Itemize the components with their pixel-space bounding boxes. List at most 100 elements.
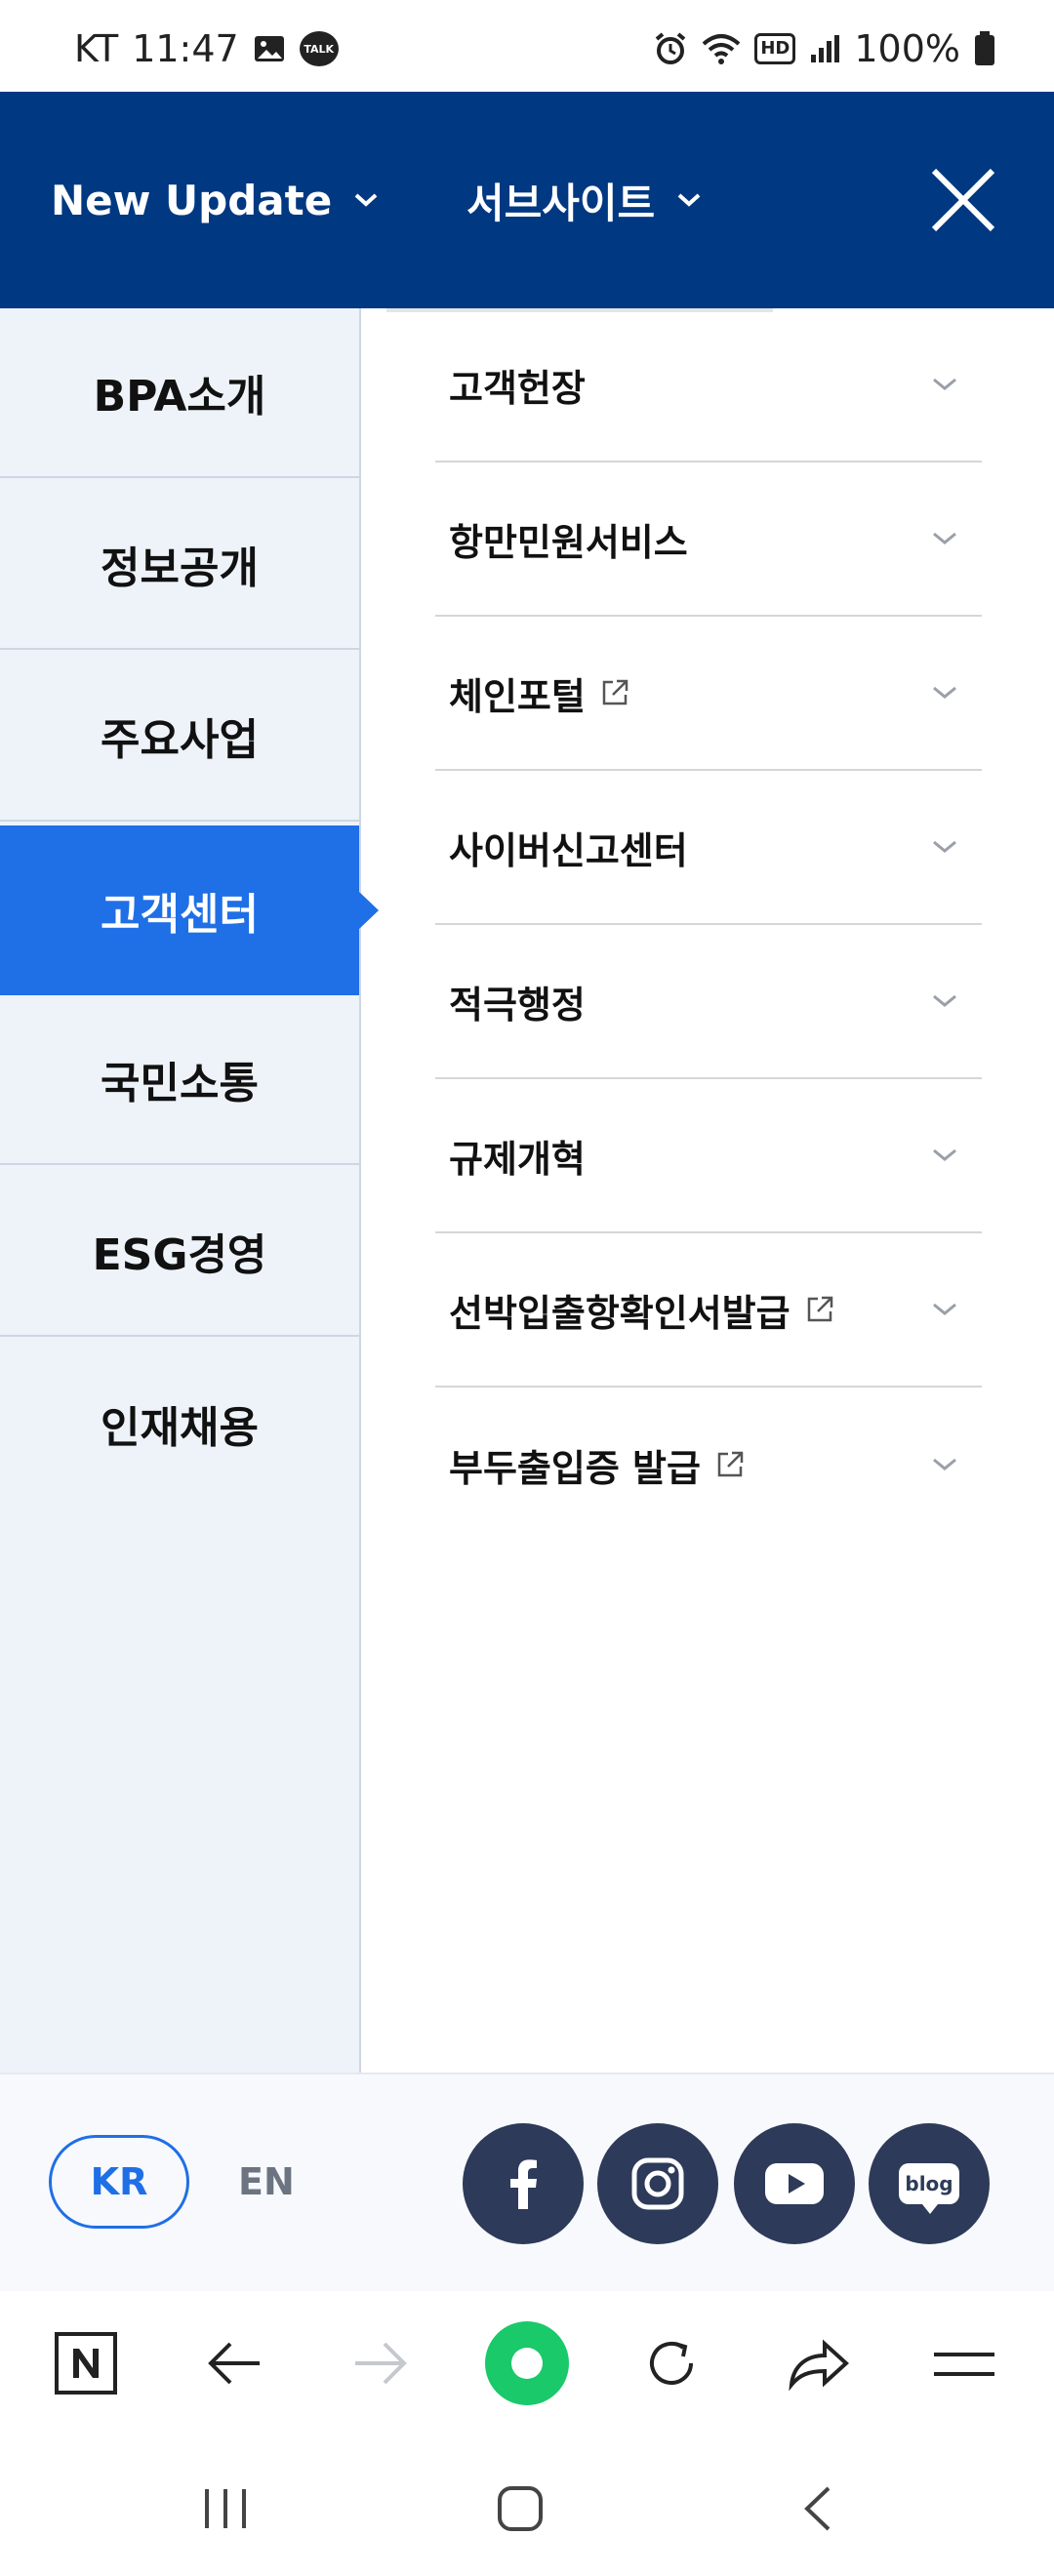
refresh-icon <box>650 2342 693 2385</box>
external-link-icon <box>807 1296 832 1322</box>
chevron-down-icon <box>933 1458 956 1470</box>
footer-bar: KR EN blog <box>0 2073 1054 2293</box>
share-icon <box>789 2339 849 2391</box>
new-update-button[interactable]: New Update <box>51 92 379 308</box>
refresh-button[interactable] <box>623 2291 720 2435</box>
sidebar-item-label: 고객센터 <box>101 890 259 940</box>
system-back-button[interactable] <box>773 2475 861 2543</box>
chevron-down-icon <box>933 378 956 390</box>
instagram-icon <box>631 2157 684 2210</box>
menu-icon <box>934 2353 994 2376</box>
naver-home-icon <box>55 2332 117 2395</box>
talk-badge-label: TALK <box>304 42 335 56</box>
gallery-icon <box>254 36 284 61</box>
alarm-icon <box>656 32 686 64</box>
forward-arrow-icon <box>355 2342 407 2385</box>
status-right: HD 100% <box>653 27 995 70</box>
menu-item-label: 항만민원서비스 <box>449 520 688 564</box>
chevron-down-icon <box>933 840 956 853</box>
hd-icon: HD <box>754 33 796 64</box>
instagram-button[interactable] <box>597 2123 718 2244</box>
share-button[interactable] <box>769 2291 867 2435</box>
menu-button[interactable] <box>915 2291 1013 2435</box>
naver-home-button[interactable] <box>37 2291 135 2435</box>
chevron-down-icon <box>677 193 701 207</box>
blog-icon: blog <box>899 2163 959 2214</box>
menu-item-label: 부두출입증 발급 <box>449 1446 701 1490</box>
menu-item-cyber-report-center[interactable]: 사이버신고센터 <box>435 771 982 925</box>
lang-en-button[interactable]: EN <box>238 2135 295 2229</box>
menu-item-label: 사이버신고센터 <box>449 828 688 872</box>
menu-item-label: 고객헌장 <box>449 366 586 410</box>
menu-item-customer-charter[interactable]: 고객헌장 <box>435 308 982 463</box>
lang-en-label: EN <box>238 2160 295 2203</box>
new-update-label: New Update <box>51 176 333 224</box>
battery-label: 100% <box>854 27 960 70</box>
facebook-button[interactable] <box>463 2123 584 2244</box>
menu-item-vessel-certificate[interactable]: 선박입출항확인서발급 <box>435 1233 982 1388</box>
status-left: KT 11:47 TALK <box>74 27 339 70</box>
menu-item-label: 규제개혁 <box>449 1137 586 1181</box>
sidebar-item-recruitment[interactable]: 인재채용 <box>0 1339 359 1509</box>
sidebar-item-label: 정보공개 <box>101 543 259 593</box>
hd-label: HD <box>760 38 790 59</box>
carrier-label: KT <box>74 27 119 70</box>
facebook-icon <box>510 2159 537 2209</box>
sidebar-item-info-disclosure[interactable]: 정보공개 <box>0 480 359 650</box>
battery-icon <box>975 31 994 65</box>
sub-sites-label: 서브사이트 <box>466 179 656 227</box>
chevron-down-icon <box>933 532 956 544</box>
system-back-icon <box>804 2486 831 2531</box>
green-dot-icon <box>485 2321 569 2405</box>
recent-apps-button[interactable] <box>182 2475 269 2543</box>
menu-item-pier-pass[interactable]: 부두출입증 발급 <box>435 1388 982 1542</box>
blog-label: blog <box>905 2172 953 2195</box>
lang-kr-label: KR <box>90 2160 148 2203</box>
youtube-button[interactable] <box>734 2123 855 2244</box>
sidebar-item-bpa-intro[interactable]: BPA소개 <box>0 308 359 478</box>
system-navigation-bar <box>0 2435 1054 2576</box>
menu-item-label: 적극행정 <box>449 983 586 1026</box>
menu-item-port-civil-service[interactable]: 항만민원서비스 <box>435 463 982 617</box>
sub-sites-button[interactable]: 서브사이트 <box>466 92 702 308</box>
menu-item-chain-portal[interactable]: 체인포털 <box>435 617 982 771</box>
menu-item-proactive-administration[interactable]: 적극행정 <box>435 925 982 1079</box>
top-navigation: New Update 서브사이트 <box>0 92 1054 308</box>
forward-button[interactable] <box>332 2291 429 2435</box>
sidebar-item-esg[interactable]: ESG경영 <box>0 1167 359 1337</box>
chevron-down-icon <box>933 1148 956 1161</box>
sidebar-item-customer-center[interactable]: 고객센터 <box>0 825 379 995</box>
menu-item-regulatory-reform[interactable]: 규제개혁 <box>435 1079 982 1233</box>
back-arrow-icon <box>208 2342 260 2385</box>
recent-apps-icon <box>205 2489 246 2528</box>
chevron-down-icon <box>933 1303 956 1315</box>
home-button[interactable] <box>476 2475 564 2543</box>
sidebar-item-label: BPA소개 <box>93 372 266 422</box>
green-dot-button[interactable] <box>478 2291 576 2435</box>
talk-icon: TALK <box>299 31 339 66</box>
sidebar-item-public-communication[interactable]: 국민소통 <box>0 995 359 1165</box>
sidebar-item-label: 주요사업 <box>101 715 259 765</box>
lang-kr-button[interactable]: KR <box>49 2135 189 2229</box>
external-link-icon <box>602 679 628 705</box>
sidebar: BPA소개 정보공개 주요사업 고객센터 국민소통 ESG경영 인재채용 <box>0 308 379 2073</box>
chevron-down-icon <box>354 193 378 207</box>
status-bar: KT 11:47 TALK HD 100% <box>0 0 1054 92</box>
menu-item-label: 선박입출항확인서발급 <box>449 1291 790 1335</box>
blog-button[interactable]: blog <box>869 2123 990 2244</box>
browser-toolbar <box>0 2291 1054 2435</box>
home-icon <box>498 2486 543 2531</box>
external-link-icon <box>717 1451 744 1477</box>
menu-item-label: 체인포털 <box>449 674 586 718</box>
chevron-down-icon <box>933 994 956 1007</box>
submenu-list: 고객헌장 항만민원서비스 체인포털 사이버신고센터 적극행정 규제개혁 선박입출… <box>435 308 982 1542</box>
sidebar-item-label: 국민소통 <box>101 1059 259 1108</box>
signal-icon <box>811 35 840 62</box>
wifi-icon <box>703 34 741 64</box>
youtube-icon <box>765 2163 824 2204</box>
sidebar-item-main-business[interactable]: 주요사업 <box>0 652 359 822</box>
sidebar-item-label: 인재채용 <box>101 1403 259 1453</box>
close-icon[interactable] <box>929 166 997 234</box>
time-label: 11:47 <box>132 27 239 70</box>
back-button[interactable] <box>185 2291 283 2435</box>
